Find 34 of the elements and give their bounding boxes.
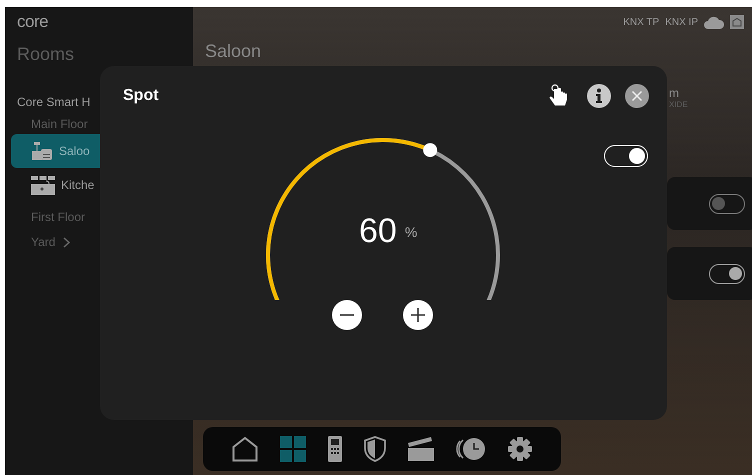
settings-icon[interactable] [508,437,532,461]
power-toggle[interactable] [604,145,648,167]
room-item[interactable]: Kitche [11,168,193,202]
cloud-icon[interactable] [704,16,724,28]
dial-handle[interactable] [423,143,438,158]
dimmer-unit: % [404,224,418,240]
clapperboard-icon[interactable] [408,437,434,461]
sidebar-title: Rooms [16,43,76,65]
minus-button[interactable] [332,300,362,330]
connection-status: KNX TP [623,16,660,28]
grid-icon[interactable] [280,436,306,462]
hand-pointer-icon[interactable] [549,84,569,108]
dimmer-value: 60 [359,212,397,251]
shield-icon[interactable] [364,436,386,462]
room-name: Kitche [61,178,94,192]
room-title: Saloon [204,40,262,62]
clock-icon[interactable] [456,437,486,461]
plus-button[interactable] [403,300,433,330]
device-name: m [669,87,680,100]
toggle-switch[interactable] [709,264,745,284]
dialog-title: Spot [123,87,160,105]
close-icon[interactable] [625,84,649,108]
lounge-icon [31,142,53,160]
room-name: Saloo [59,144,90,158]
logo: core [16,11,50,32]
connection-status: KNX IP [665,16,698,28]
home-name: Core Smart H [17,95,90,109]
toggle-switch[interactable] [709,194,745,214]
home-box-icon[interactable] [730,15,744,29]
home-icon[interactable] [232,436,258,462]
intercom-icon[interactable] [328,436,342,462]
info-icon[interactable] [587,84,611,108]
kitchen-icon [31,176,55,194]
chevron-icon [63,236,70,248]
